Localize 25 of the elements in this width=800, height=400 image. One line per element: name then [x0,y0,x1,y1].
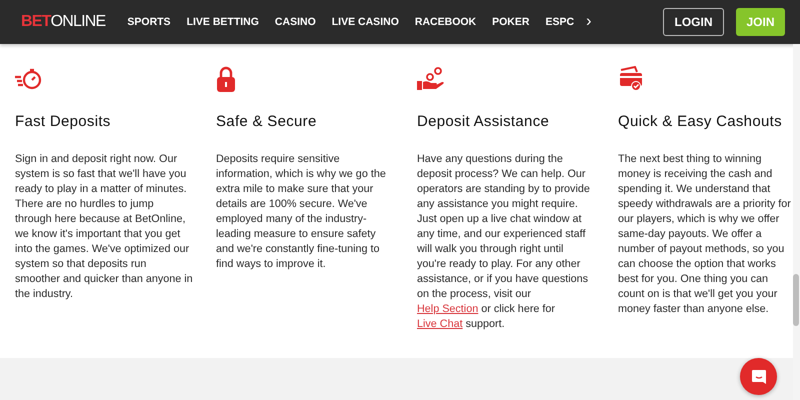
nav-link[interactable]: LIVE BETTING [178,16,267,28]
nav-link[interactable]: CASINO [266,16,324,28]
nav-link[interactable]: ESPC [537,16,582,28]
lock-icon [216,66,236,92]
chat-icon [750,368,766,384]
logo[interactable]: BETONLINE [21,13,106,31]
nav-link[interactable]: SPORTS [119,16,179,28]
card-shield-icon [618,66,644,92]
text-link[interactable]: Live Chat [417,318,463,330]
feature-title: Quick & Easy Cashouts [618,113,783,130]
feature-description: Have any questions during the deposit process? We can help. Our operators are standing by to provide any assistance you might require. Just open up a live chat window at any time, and our experienced staff will walk you through right until you're ready to play. For any other assistance, or if you have questions on the process, visit our Help Section or click here for Live Chat support. [417,152,591,332]
coins-hand-icon [417,67,445,91]
feature-title: Deposit Assistance [417,113,550,130]
feature-title: Fast Deposits [15,113,112,130]
login-button[interactable]: LOGIN [663,8,724,36]
nav-link[interactable]: LIVE CASINO [324,16,407,28]
feature-description: Deposits require sensitive information, which is why we go the extra mile to make sure that your details are 100% secure. We've employed many of the industry-leading measure to ensure safety and we're constantly fine-tuning to find ways to improve it. [216,152,387,272]
nav-link[interactable]: RACEBOOK [406,16,484,28]
nav-next-arrow[interactable]: › [586,13,592,31]
stopwatch-icon [15,67,43,91]
feature-title: Safe & Secure [216,113,318,130]
nav-link[interactable]: POKER [484,16,538,28]
feature-description: The next best thing to winning money is receiving the cash and spending it. We understand that speedy withdrawals are a priority for our players, which is why we offer same-day payouts. We offer a number of payout methods, so you can choose the option that works best for you. One thing you can count on is that we'll get you your money faster than anyone else. [618,152,792,317]
feature-description: Sign in and deposit right now. Our system is so fast that we'll have you ready to play in a matter of minutes. There are no hurdles to jump through here because at BetOnline, we know it's important that you get into the games. We've optimized our system so that deposits run smoother and quicker than anyone in the industry. [15,152,193,302]
text-link[interactable]: Help Section [417,303,478,315]
